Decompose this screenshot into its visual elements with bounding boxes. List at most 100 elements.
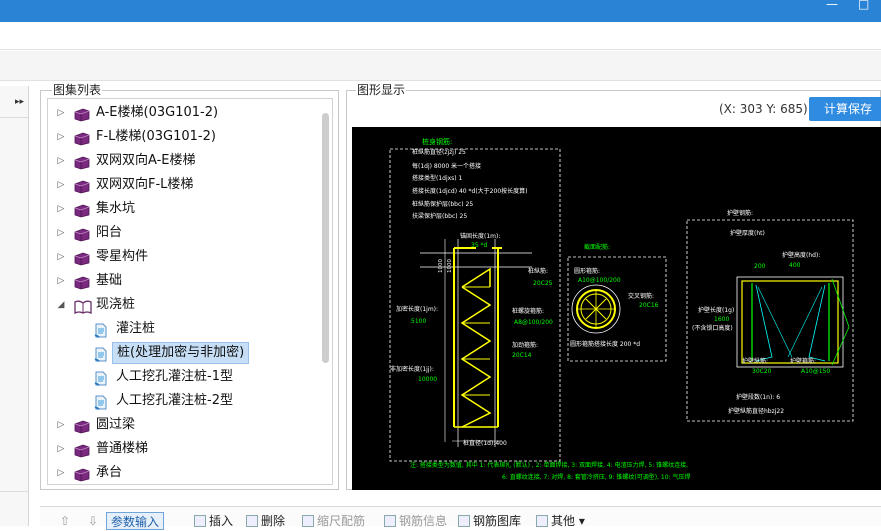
minimize-icon[interactable]: — [826, 0, 838, 10]
expand-arrow-icon[interactable]: ▷ [56, 101, 66, 125]
tree-item[interactable]: 桩(处理加密与非加密) [48, 341, 320, 365]
spiral-label: 桩螺旋箍筋: [512, 307, 544, 315]
expand-arrow-icon[interactable]: ▷ [56, 245, 66, 269]
tree-item[interactable]: ▷ F-L楼梯(03G101-2) [48, 125, 320, 149]
tree-item[interactable]: ▷ 普通楼梯 [48, 437, 320, 461]
document-icon [94, 394, 108, 410]
delete-button[interactable]: 删除 [246, 512, 285, 530]
wall-height-label: 护壁高度(hd): [782, 251, 820, 259]
wall-thick-label: 护壁厚度(ht) [730, 229, 765, 237]
maximize-icon[interactable]: □ [858, 0, 869, 10]
rebar-library-button[interactable]: 钢筋图库 [458, 512, 521, 530]
expand-arrow-icon[interactable]: ▷ [56, 413, 66, 437]
bar-label: 桩纵筋: [528, 267, 548, 275]
body-line-2: 每(1dj) 8000 米一个搭接 [412, 162, 481, 170]
document-icon [94, 370, 108, 386]
tree-item[interactable]: 人工挖孔灌注桩-2型 [48, 389, 320, 413]
tree-panel-title: 图集列表 [52, 83, 103, 97]
expand-arrow-icon[interactable]: ▷ [56, 221, 66, 245]
tree-item[interactable]: ▷ 集水坑 [48, 197, 320, 221]
book-icon [74, 466, 90, 482]
ring-lap: 圆形箍筋搭接长度 200 *d [570, 340, 640, 348]
tree-item-label: 灌注桩 [116, 321, 156, 336]
loose-length-label: 非加密长度(1jj): [390, 365, 434, 373]
tree-item-label: 双网双向F-L楼梯 [96, 177, 194, 192]
tree-item-label: 圆过梁 [96, 417, 136, 432]
collapse-panel-icon[interactable]: ▸▸ [0, 86, 28, 118]
loose-length-value: 10000 [418, 376, 437, 383]
book-icon [74, 106, 90, 122]
expand-arrow-icon[interactable]: ▷ [56, 461, 66, 484]
drawing-canvas[interactable]: 桩身钢筋: 桩纵筋直径(zjzj) 25 每(1dj) 8000 米一个搭接 搭… [352, 127, 881, 490]
expand-arrow-icon[interactable]: ▷ [56, 125, 66, 149]
cross-value: 20C16 [639, 302, 659, 309]
body-line-4: 搭接长度(1djcd) 40 *d(大于200按长度算) [412, 187, 527, 195]
tree-item-label: 现浇桩 [96, 297, 136, 312]
note-line-2: 6: 直螺纹连接, 7: 对焊, 8: 套管冷挤压, 9: 锥螺纹(可调型), … [502, 473, 691, 481]
tree-scrollbar[interactable] [322, 113, 329, 363]
scale-rebar-icon [302, 515, 314, 527]
insert-button[interactable]: 插入 [194, 512, 233, 530]
other-icon [536, 515, 548, 527]
scale-rebar-button[interactable]: 缩尺配筋 [302, 512, 365, 530]
calc-save-button[interactable]: 计算保存 [809, 97, 881, 121]
tree-item[interactable]: ◢ 现浇桩 [48, 293, 320, 317]
tree-item-label: 基础 [96, 273, 123, 288]
param-input-label: 参数输入 [111, 515, 160, 529]
book-icon [74, 202, 90, 218]
atlas-tree: ▷ A-E楼梯(03G101-2) ▷ F-L楼梯(03G101-2) ▷ 双网双向A-E… [47, 98, 333, 485]
expand-arrow-icon[interactable]: ▷ [56, 269, 66, 293]
move-down-icon[interactable]: ⇩ [88, 512, 98, 530]
tree-item[interactable]: ▷ 基础 [48, 269, 320, 293]
tree-item[interactable]: 人工挖孔灌注桩-1型 [48, 365, 320, 389]
wall-dia: 护壁纵筋直径hbzj22 [728, 407, 784, 415]
bottom-toolbar: ⇧ ⇩ 参数输入 插入 删除 缩尺配筋 钢筋信息 钢筋图库 其他 ▾ [40, 506, 881, 530]
insert-icon [194, 515, 206, 527]
move-up-icon[interactable]: ⇧ [60, 512, 70, 530]
param-input-button[interactable]: 参数输入 [106, 512, 165, 530]
section-circle [571, 284, 621, 334]
wall-height-value: 400 [789, 262, 801, 269]
wall-title: 护壁钢筋: [727, 209, 753, 217]
ring-label: 圆形箍筋: [574, 267, 600, 275]
graph-panel-title: 图形显示 [356, 83, 407, 97]
tree-item[interactable]: ▷ 圆过梁 [48, 413, 320, 437]
dense-length-value: 5100 [411, 318, 426, 325]
wall-thick-value: 200 [754, 263, 766, 270]
body-line-1: 桩纵筋直径(zjzj) 25 [412, 148, 466, 156]
rebar-info-button[interactable]: 钢筋信息 [384, 512, 447, 530]
expand-arrow-icon[interactable]: ▷ [56, 437, 66, 461]
book-icon [74, 226, 90, 242]
tree-item[interactable]: ▷ 双网双向F-L楼梯 [48, 173, 320, 197]
anchor-label: 锚固长度(1m): [460, 232, 500, 240]
tree-item[interactable]: ▷ 零星构件 [48, 245, 320, 269]
section-title: 截面配筋: [584, 243, 610, 251]
cross-label: 交叉钢筋: [628, 292, 654, 300]
delete-icon [246, 515, 258, 527]
rebar-library-icon [458, 515, 470, 527]
tree-item-label: 桩(处理加密与非加密) [112, 342, 250, 364]
expand-arrow-icon[interactable]: ▷ [56, 173, 66, 197]
tree-item[interactable]: ▷ 承台 [48, 461, 320, 484]
expand-arrow-icon[interactable]: ▷ [56, 197, 66, 221]
wall-vert-value: 30C20 [752, 368, 772, 375]
tree-item-label: 普通楼梯 [96, 441, 149, 456]
tree-item[interactable]: ▷ A-E楼梯(03G101-2) [48, 101, 320, 125]
collapse-arrow-icon[interactable]: ◢ [56, 293, 66, 317]
dim-left-1: 1000 [438, 259, 444, 273]
tree-item[interactable]: 灌注桩 [48, 317, 320, 341]
tree-item-label: A-E楼梯(03G101-2) [96, 105, 219, 120]
book-icon [74, 274, 90, 290]
tree-item-label: 人工挖孔灌注桩-1型 [116, 369, 233, 384]
other-menu-button[interactable]: 其他 ▾ [536, 512, 585, 530]
wall-hoop-label: 护壁箍筋: [790, 357, 816, 365]
spiral-value: A8@100/200 [514, 319, 553, 326]
stirrup-label: 加劲箍筋: [512, 341, 538, 349]
tree-item-label: 阳台 [96, 225, 123, 240]
wall-len-value: 1600 [714, 316, 729, 323]
tree-item[interactable]: ▷ 阳台 [48, 221, 320, 245]
book-icon [74, 442, 90, 458]
expand-arrow-icon[interactable]: ▷ [56, 149, 66, 173]
coordinate-readout: (X: 303 Y: 685) [719, 102, 808, 116]
tree-item[interactable]: ▷ 双网双向A-E楼梯 [48, 149, 320, 173]
